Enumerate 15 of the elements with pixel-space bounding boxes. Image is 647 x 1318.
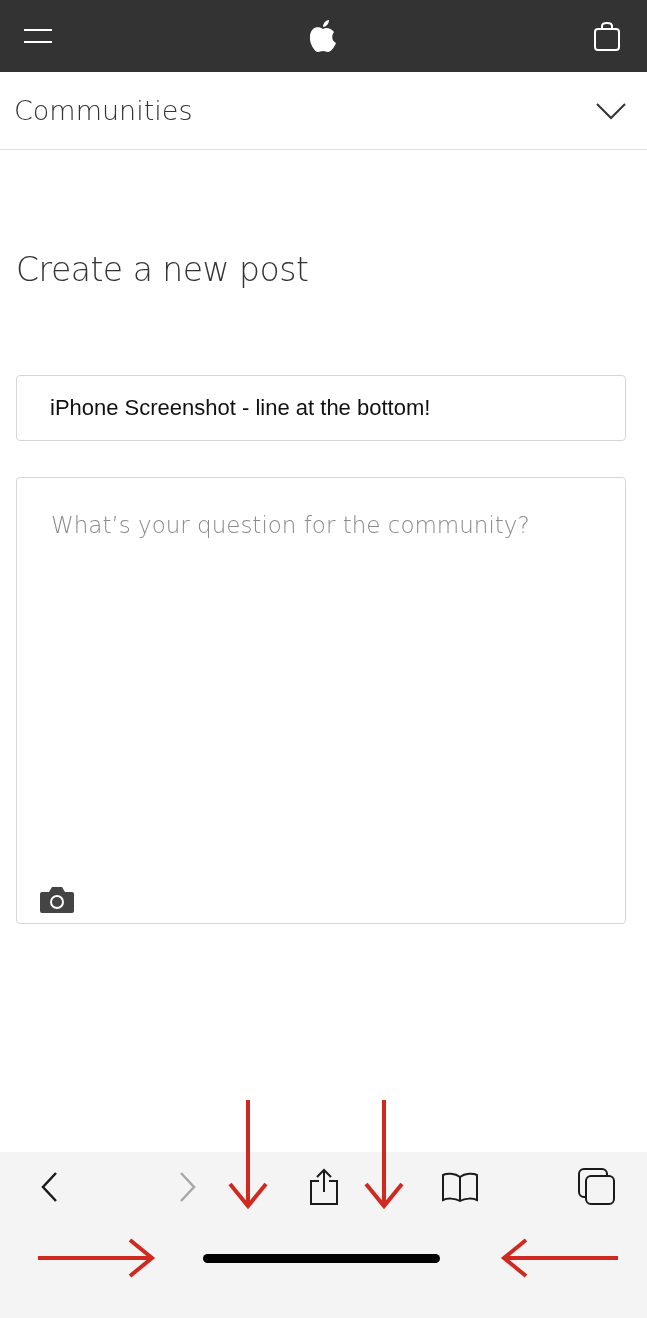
subject-field[interactable]: iPhone Screenshot - line at the bottom! [16, 375, 626, 441]
tabs-icon[interactable] [577, 1167, 617, 1207]
section-title[interactable]: Communities [14, 95, 193, 126]
bag-icon[interactable] [593, 20, 621, 52]
arrow-down-icon [362, 1100, 406, 1210]
arrow-down-icon [226, 1100, 270, 1210]
menu-icon[interactable] [23, 28, 53, 44]
chevron-down-icon[interactable] [595, 101, 627, 120]
page-heading: Create a new post [16, 250, 310, 289]
arrow-right-icon [38, 1236, 156, 1280]
camera-icon[interactable] [39, 886, 75, 914]
arrow-left-icon [500, 1236, 618, 1280]
question-field[interactable]: What’s your question for the community? [16, 477, 626, 924]
book-icon[interactable] [441, 1171, 480, 1203]
apple-logo-icon[interactable] [307, 19, 338, 53]
